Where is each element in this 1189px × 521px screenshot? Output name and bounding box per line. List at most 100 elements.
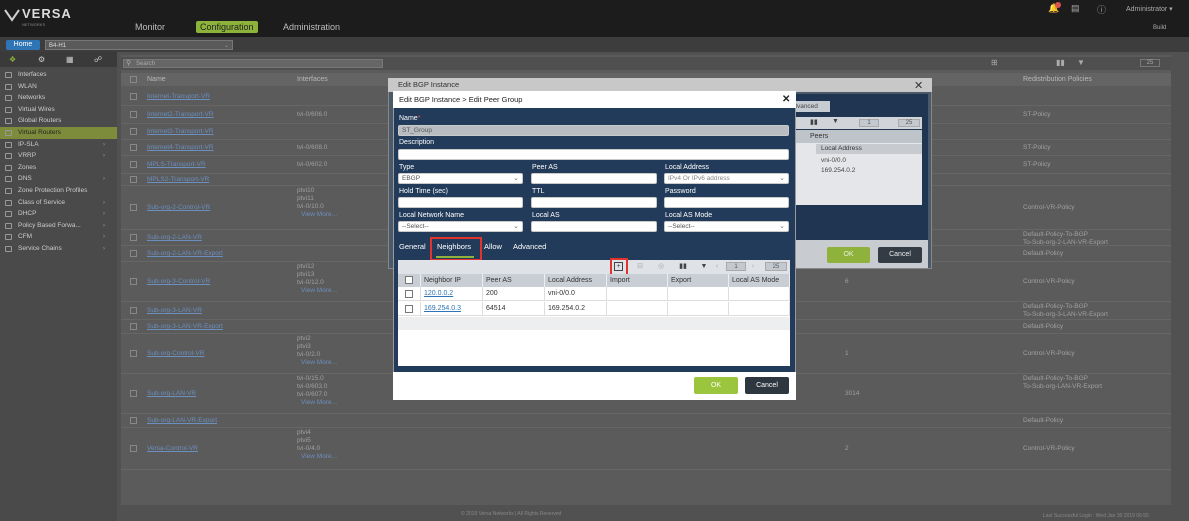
- outer-close-icon[interactable]: ✕: [914, 79, 923, 92]
- column-header[interactable]: Local Address: [545, 274, 607, 287]
- row-checkbox[interactable]: [130, 350, 137, 357]
- tab-general[interactable]: General: [399, 242, 426, 251]
- sidebar-item[interactable]: Class of Service ›: [0, 197, 117, 209]
- local-as-mode-select[interactable]: --Select-- ⌄: [664, 221, 789, 232]
- row-checkbox[interactable]: [130, 323, 137, 330]
- page-size-select[interactable]: 25: [1140, 59, 1160, 67]
- row-name-link[interactable]: MPLS2-Transport-VR: [147, 176, 209, 183]
- row-name-link[interactable]: Sub-org-2-Control-VR: [147, 204, 210, 211]
- name-field[interactable]: ST_Group: [398, 125, 789, 136]
- select-all-checkbox[interactable]: [130, 76, 137, 83]
- columns-icon[interactable]: ▮▮: [810, 118, 818, 126]
- next-page-icon[interactable]: ›: [748, 262, 758, 272]
- col-redistribution[interactable]: Redistribution Policies: [1023, 73, 1092, 86]
- row-name-link[interactable]: Internet2-Transport-VR: [147, 111, 214, 118]
- outer-page-size[interactable]: 25: [898, 119, 920, 127]
- columns-icon[interactable]: ▮▮: [678, 262, 688, 272]
- row-checkbox[interactable]: [130, 417, 137, 424]
- sidebar-item[interactable]: Virtual Routers: [0, 127, 117, 139]
- row-checkbox[interactable]: [130, 445, 137, 452]
- delete-icon[interactable]: ⊟: [635, 262, 645, 272]
- column-header[interactable]: Local AS Mode: [729, 274, 790, 287]
- row-checkbox[interactable]: [130, 307, 137, 314]
- row-checkbox[interactable]: [405, 290, 413, 298]
- filter-icon[interactable]: ▼: [699, 262, 709, 272]
- row-name-link[interactable]: Internet4-Transport-VR: [147, 144, 214, 151]
- row-name-link[interactable]: Versa-Control-VR: [147, 445, 198, 452]
- sidebar-item[interactable]: CFM ›: [0, 231, 117, 243]
- tab-allow[interactable]: Allow: [484, 242, 502, 251]
- column-header[interactable]: Peer AS: [483, 274, 545, 287]
- local-network-select[interactable]: --Select-- ⌄: [398, 221, 523, 232]
- document-icon[interactable]: ▤: [1071, 3, 1080, 14]
- peer-as-field[interactable]: [531, 173, 657, 184]
- row-checkbox[interactable]: [130, 144, 137, 151]
- view-more-link[interactable]: View More...: [301, 453, 337, 461]
- local-address-select[interactable]: IPv4 Or IPv6 address ⌄: [664, 173, 789, 184]
- neighbor-ip-link[interactable]: 169.254.0.3: [424, 305, 461, 312]
- columns-icon[interactable]: ▮▮: [1056, 58, 1065, 67]
- page-size-select[interactable]: 25: [765, 262, 787, 271]
- description-field[interactable]: [398, 149, 789, 160]
- row-name-link[interactable]: Sub-org-LAN-VR-Export: [147, 417, 217, 424]
- objects-icon[interactable]: ▦: [66, 55, 74, 64]
- row-name-link[interactable]: Sub-org-3-LAN-VR-Export: [147, 323, 223, 330]
- sidebar-item[interactable]: DHCP ›: [0, 208, 117, 220]
- row-name-link[interactable]: Sub-org-3-Control-VR: [147, 278, 210, 285]
- sidebar-item[interactable]: Interfaces: [0, 69, 117, 81]
- nav-monitor[interactable]: Monitor: [135, 22, 165, 32]
- table-row[interactable]: Sub-org-LAN-VR-Export Default-Policy: [121, 414, 1171, 428]
- view-more-link[interactable]: View More...: [301, 399, 337, 407]
- filter-icon[interactable]: ▼: [832, 118, 839, 125]
- col-name[interactable]: Name: [147, 73, 166, 86]
- row-name-link[interactable]: Sub-org-3-LAN-VR: [147, 307, 202, 314]
- outer-ok-button[interactable]: OK: [827, 247, 870, 263]
- add-icon[interactable]: ⊞: [991, 58, 998, 67]
- info-icon[interactable]: ⓘ: [1097, 3, 1106, 16]
- row-checkbox[interactable]: [405, 305, 413, 313]
- row-checkbox[interactable]: [130, 204, 137, 211]
- user-menu[interactable]: Administrator ▾: [1126, 5, 1173, 13]
- ok-button[interactable]: OK: [694, 377, 738, 394]
- column-header[interactable]: Export: [668, 274, 729, 287]
- view-more-link[interactable]: View More...: [301, 211, 337, 219]
- row-checkbox[interactable]: [130, 234, 137, 241]
- row-name-link[interactable]: Sub-org-2-LAN-VR: [147, 234, 202, 241]
- home-button[interactable]: Home: [6, 40, 40, 50]
- filter-icon[interactable]: ▼: [1077, 58, 1085, 67]
- row-name-link[interactable]: Sub-org-Control-VR: [147, 350, 204, 357]
- sidebar-item[interactable]: Zone Protection Profiles: [0, 185, 117, 197]
- close-icon[interactable]: ✕: [782, 94, 790, 105]
- outer-page-input[interactable]: 1: [859, 119, 879, 127]
- hold-time-field[interactable]: [398, 197, 523, 208]
- password-field[interactable]: [664, 197, 789, 208]
- sidebar-item[interactable]: Virtual Wires: [0, 104, 117, 116]
- row-checkbox[interactable]: [130, 93, 137, 100]
- sidebar-item[interactable]: Zones: [0, 162, 117, 174]
- services-icon[interactable]: ☍: [94, 55, 102, 64]
- sidebar-item[interactable]: Policy Based Forwa... ›: [0, 220, 117, 232]
- sidebar-item[interactable]: WLAN: [0, 81, 117, 93]
- view-more-link[interactable]: View More...: [301, 359, 337, 367]
- row-name-link[interactable]: Internet-Transport-VR: [147, 93, 210, 100]
- cancel-button[interactable]: Cancel: [745, 377, 789, 394]
- row-checkbox[interactable]: [130, 128, 137, 135]
- prev-page-icon[interactable]: ‹: [712, 262, 722, 272]
- sidebar-item[interactable]: IP-SLA ›: [0, 139, 117, 151]
- row-name-link[interactable]: Sub-org-LAN-VR: [147, 390, 196, 397]
- neighbor-ip-link[interactable]: 120.0.0.2: [424, 290, 453, 297]
- local-as-field[interactable]: [531, 221, 657, 232]
- table-row[interactable]: Versa-Control-VR ptvi4 ptvi5 tvi-0/4.0 View …: [121, 428, 1171, 470]
- row-name-link[interactable]: Sub-org-2-LAN-VR-Export: [147, 250, 223, 257]
- row-name-link[interactable]: Internet3-Transport-VR: [147, 128, 214, 135]
- row-checkbox[interactable]: [130, 176, 137, 183]
- sidebar-item[interactable]: VRRP ›: [0, 150, 117, 162]
- network-icon[interactable]: ❖: [9, 55, 16, 64]
- select-all-checkbox[interactable]: [405, 276, 413, 284]
- row-checkbox[interactable]: [130, 111, 137, 118]
- nav-administration[interactable]: Administration: [283, 22, 340, 32]
- row-checkbox[interactable]: [130, 390, 137, 397]
- copy-icon[interactable]: ◎: [656, 262, 666, 272]
- ttl-field[interactable]: [531, 197, 657, 208]
- appliance-select[interactable]: B4-H1 ⌄: [45, 40, 233, 50]
